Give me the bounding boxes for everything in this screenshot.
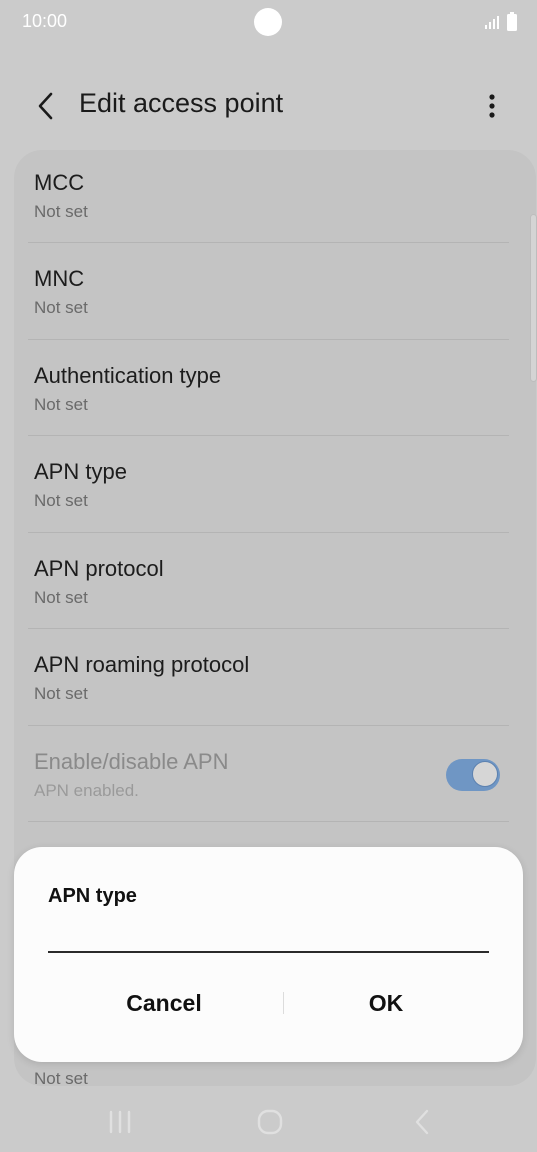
divider (28, 339, 509, 340)
setting-authentication-type[interactable]: Authentication type Not set (14, 343, 536, 439)
battery-icon (506, 12, 518, 37)
signal-icon (484, 14, 500, 35)
setting-value: Not set (34, 588, 88, 607)
setting-value: Not set (34, 202, 88, 221)
divider (28, 725, 509, 726)
back-arrow-icon (38, 92, 53, 120)
setting-value: Not set (34, 298, 88, 317)
nav-back-button[interactable] (402, 1102, 442, 1142)
setting-value: Not set (34, 684, 88, 703)
page-title: Edit access point (79, 88, 284, 118)
cancel-button[interactable]: Cancel (54, 975, 274, 1031)
recent-apps-button[interactable] (100, 1102, 140, 1142)
setting-mnc[interactable]: MNC Not set (14, 246, 536, 342)
setting-value: Not set (34, 491, 88, 510)
ok-button[interactable]: OK (276, 975, 496, 1031)
setting-apn-roaming-protocol[interactable]: APN roaming protocol Not set (14, 632, 536, 728)
setting-title: MNC (34, 266, 85, 291)
apn-type-input[interactable] (48, 909, 489, 953)
divider (28, 435, 509, 436)
divider (28, 628, 509, 629)
apn-type-dialog: APN type Cancel OK (14, 847, 523, 1062)
divider (28, 532, 509, 533)
setting-value: Not set (34, 395, 88, 414)
status-time: 10:00 (22, 11, 68, 31)
front-camera-icon (254, 8, 282, 36)
setting-title: Enable/disable APN (34, 749, 229, 774)
apn-enabled-toggle[interactable] (446, 759, 500, 791)
home-icon (257, 1109, 283, 1135)
app-bar: Edit access point (0, 70, 537, 142)
nav-back-icon (415, 1109, 429, 1135)
setting-title: APN type (34, 459, 127, 484)
back-button[interactable] (26, 84, 66, 128)
divider (28, 242, 509, 243)
setting-value: Not set (34, 1069, 88, 1086)
setting-enable-disable-apn[interactable]: Enable/disable APN APN enabled. (14, 729, 536, 825)
setting-mcc[interactable]: MCC Not set (14, 150, 536, 246)
recent-apps-icon (109, 1110, 131, 1134)
setting-title: MCC (34, 170, 85, 195)
setting-apn-protocol[interactable]: APN protocol Not set (14, 536, 536, 632)
dialog-title: APN type (48, 885, 137, 907)
more-vertical-icon (489, 94, 495, 118)
scrollbar[interactable] (530, 214, 537, 382)
setting-apn-type[interactable]: APN type Not set (14, 439, 536, 535)
navigation-bar (0, 1092, 537, 1152)
setting-title: APN protocol (34, 556, 164, 581)
setting-value: APN enabled. (34, 781, 139, 800)
divider (28, 821, 509, 822)
setting-title: APN roaming protocol (34, 652, 250, 677)
toggle-knob (472, 761, 498, 787)
status-bar: 10:00 (0, 0, 537, 46)
setting-title: Authentication type (34, 363, 222, 388)
home-button[interactable] (250, 1102, 290, 1142)
more-options-button[interactable] (472, 84, 512, 128)
